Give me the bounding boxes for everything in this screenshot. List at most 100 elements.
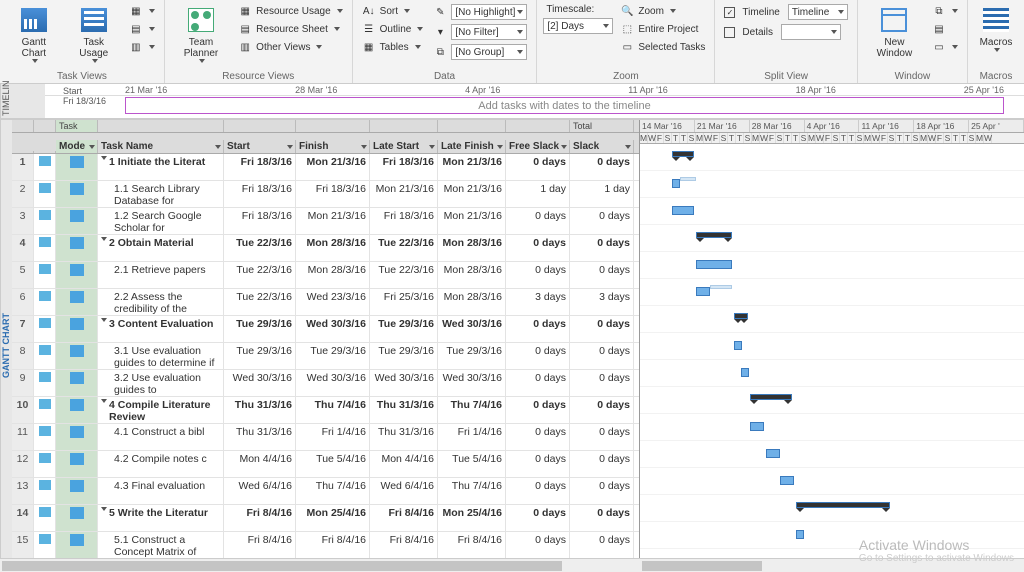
- gantt-task-bar[interactable]: [696, 260, 732, 269]
- task-name-cell[interactable]: 5.1 Construct a Concept Matrix of: [98, 532, 224, 558]
- hide-button[interactable]: ▭: [929, 39, 961, 55]
- gantt-task-bar[interactable]: [672, 206, 694, 215]
- indicator-icon: [39, 183, 51, 193]
- highlight-combo[interactable]: ✎[No Highlight]: [430, 3, 530, 21]
- task-name-cell[interactable]: 1.2 Search Google Scholar for: [98, 208, 224, 234]
- macros-button[interactable]: Macros: [974, 3, 1018, 67]
- collapse-icon[interactable]: [101, 156, 107, 160]
- resource-sheet-label: Resource Sheet: [256, 24, 328, 35]
- table-row[interactable]: 31.2 Search Google Scholar forFri 18/3/1…: [12, 208, 639, 235]
- collapse-icon[interactable]: [101, 507, 107, 511]
- other-resource-views-button[interactable]: ▥Other Views: [235, 39, 345, 55]
- chevron-down-icon: [497, 145, 503, 149]
- col-id[interactable]: [12, 151, 34, 153]
- task-usage-button[interactable]: Task Usage: [66, 3, 122, 67]
- entire-project-button[interactable]: ⬚Entire Project: [617, 21, 708, 37]
- gantt-task-bar[interactable]: [696, 287, 710, 296]
- gantt-task-bar[interactable]: [766, 449, 780, 458]
- switch-windows-button[interactable]: ⧉: [929, 3, 961, 19]
- gantt-chart-button[interactable]: Gantt Chart: [6, 3, 62, 67]
- task-name-cell[interactable]: 4.3 Final evaluation: [98, 478, 224, 504]
- collapse-icon[interactable]: [101, 399, 107, 403]
- group-combo[interactable]: ⧉[No Group]: [430, 43, 530, 61]
- task-name-cell[interactable]: 3.1 Use evaluation guides to determine i…: [98, 343, 224, 369]
- col-late-start[interactable]: Late Start: [370, 140, 438, 153]
- timeline-side-label: TIMELIN: [0, 84, 45, 118]
- zoom-button[interactable]: 🔍Zoom: [617, 3, 708, 19]
- table-row[interactable]: 114.1 Construct a biblThu 31/3/16Fri 1/4…: [12, 424, 639, 451]
- task-name-cell[interactable]: 4.2 Compile notes c: [98, 451, 224, 477]
- filter-combo[interactable]: ▾[No Filter]: [430, 23, 530, 41]
- timeline-placeholder: Add tasks with dates to the timeline: [478, 100, 650, 112]
- task-name-cell[interactable]: 5 Write the Literatur: [98, 505, 224, 531]
- timescale-combo[interactable]: [2] Days: [543, 18, 613, 34]
- col-late-finish[interactable]: Late Finish: [438, 140, 506, 153]
- task-mode-icon: [70, 345, 84, 357]
- gantt-task-bar[interactable]: [750, 422, 764, 431]
- selected-tasks-label: Selected Tasks: [638, 42, 705, 53]
- timeline-track[interactable]: Add tasks with dates to the timeline: [125, 97, 1004, 114]
- gantt-scrollbar[interactable]: [640, 558, 1024, 572]
- details-label: Details: [742, 27, 773, 38]
- task-name-cell[interactable]: 4 Compile Literature Review: [98, 397, 224, 423]
- resource-usage-button[interactable]: ▦Resource Usage: [235, 3, 345, 19]
- new-window-button[interactable]: New Window: [864, 3, 925, 67]
- task-name-cell[interactable]: 1.1 Search Library Database for: [98, 181, 224, 207]
- col-indicator[interactable]: [34, 151, 56, 153]
- sort-button[interactable]: A↓Sort: [359, 3, 427, 19]
- details-checkbox[interactable]: Details: [721, 23, 850, 41]
- gantt-summary-bar[interactable]: [750, 394, 792, 400]
- table-row[interactable]: 83.1 Use evaluation guides to determine …: [12, 343, 639, 370]
- gantt-summary-bar[interactable]: [796, 502, 890, 508]
- col-free-slack[interactable]: Free Slack: [506, 140, 570, 153]
- resource-sheet-button[interactable]: ▤Resource Sheet: [235, 21, 345, 37]
- table-row[interactable]: 42 Obtain MaterialTue 22/3/16Mon 28/3/16…: [12, 235, 639, 262]
- gantt-summary-bar[interactable]: [696, 232, 732, 238]
- collapse-icon[interactable]: [101, 318, 107, 322]
- task-name-cell[interactable]: 2.2 Assess the credibility of the: [98, 289, 224, 315]
- col-name[interactable]: Task Name: [98, 140, 224, 153]
- gantt-summary-bar[interactable]: [734, 313, 748, 319]
- gantt-task-bar[interactable]: [672, 179, 680, 188]
- table-row[interactable]: 145 Write the LiteraturFri 8/4/16Mon 25/…: [12, 505, 639, 532]
- other-task-views-button[interactable]: ▥: [126, 39, 158, 55]
- table-row[interactable]: 52.1 Retrieve papersTue 22/3/16Mon 28/3/…: [12, 262, 639, 289]
- table-row[interactable]: 93.2 Use evaluation guides toWed 30/3/16…: [12, 370, 639, 397]
- task-name-cell[interactable]: 4.1 Construct a bibl: [98, 424, 224, 450]
- task-name-cell[interactable]: 3.2 Use evaluation guides to: [98, 370, 224, 396]
- calendar-button[interactable]: ▤: [126, 21, 158, 37]
- task-name-cell[interactable]: 1 Initiate the Literat: [98, 154, 224, 180]
- arrange-button[interactable]: ▤: [929, 21, 961, 37]
- table-row[interactable]: 104 Compile Literature ReviewThu 31/3/16…: [12, 397, 639, 424]
- table-row[interactable]: 124.2 Compile notes cMon 4/4/16Tue 5/4/1…: [12, 451, 639, 478]
- gantt-summary-bar[interactable]: [672, 151, 694, 157]
- gantt-task-bar[interactable]: [780, 476, 794, 485]
- tables-button[interactable]: ▦Tables: [359, 39, 427, 55]
- network-diagram-button[interactable]: ▦: [126, 3, 158, 19]
- task-name-cell[interactable]: 3 Content Evaluation: [98, 316, 224, 342]
- task-name-cell[interactable]: 2.1 Retrieve papers: [98, 262, 224, 288]
- table-row[interactable]: 73 Content EvaluationTue 29/3/16Wed 30/3…: [12, 316, 639, 343]
- table-row[interactable]: 62.2 Assess the credibility of theTue 22…: [12, 289, 639, 316]
- table-row[interactable]: 155.1 Construct a Concept Matrix ofFri 8…: [12, 532, 639, 559]
- timeline-checkbox[interactable]: Timeline Timeline: [721, 3, 850, 21]
- selected-tasks-button[interactable]: ▭Selected Tasks: [617, 39, 708, 55]
- gantt-bars: [640, 144, 1024, 549]
- team-planner-button[interactable]: Team Planner: [171, 3, 231, 67]
- table-row[interactable]: 11 Initiate the LiteratFri 18/3/16Mon 21…: [12, 154, 639, 181]
- task-mode-icon: [70, 372, 84, 384]
- table-row[interactable]: 134.3 Final evaluationWed 6/4/16Thu 7/4/…: [12, 478, 639, 505]
- col-finish[interactable]: Finish: [296, 140, 370, 153]
- task-mode-icon: [70, 264, 84, 276]
- task-name-cell[interactable]: 2 Obtain Material: [98, 235, 224, 261]
- collapse-icon[interactable]: [101, 237, 107, 241]
- col-total-slack[interactable]: Slack: [570, 140, 634, 153]
- gantt-task-bar[interactable]: [796, 530, 804, 539]
- gantt-task-bar[interactable]: [734, 341, 742, 350]
- outline-button[interactable]: ☰Outline: [359, 21, 427, 37]
- timeline-chk-label: Timeline: [742, 7, 779, 18]
- col-start[interactable]: Start: [224, 140, 296, 153]
- gantt-task-bar[interactable]: [741, 368, 749, 377]
- table-row[interactable]: 21.1 Search Library Database forFri 18/3…: [12, 181, 639, 208]
- col-mode[interactable]: Mode: [56, 140, 98, 153]
